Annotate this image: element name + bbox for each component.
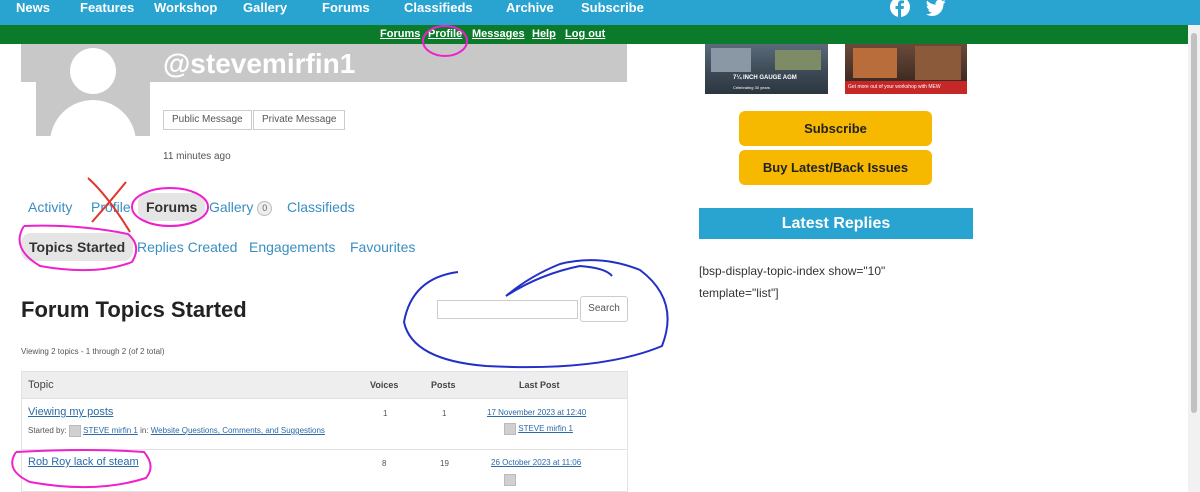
- header-topic: Topic: [28, 379, 54, 391]
- page-scrollbar[interactable]: [1188, 25, 1200, 492]
- tab-gallery-label: Gallery: [209, 199, 254, 215]
- subnav-messages[interactable]: Messages: [472, 28, 525, 40]
- header-last-post: Last Post: [519, 380, 560, 390]
- in-label: in:: [140, 426, 149, 436]
- topic-meta: Started by: STEVE mirfin 1 in: Website Q…: [28, 425, 325, 437]
- search-button[interactable]: Search: [580, 296, 628, 322]
- started-by-label: Started by:: [28, 426, 67, 436]
- author-link[interactable]: STEVE mirfin 1: [83, 426, 138, 435]
- shortcode-text: [bsp-display-topic-index show="10" templ…: [699, 264, 886, 300]
- last-author-avatar-icon: [504, 423, 516, 435]
- ad-banner-mew[interactable]: Get more out of your workshop with MEW: [845, 44, 967, 94]
- tab-favourites[interactable]: Favourites: [350, 239, 415, 255]
- topic-title-link[interactable]: Viewing my posts: [28, 406, 113, 418]
- ad-mew-caption: Get more out of your workshop with MEW: [848, 84, 941, 90]
- last-author-link[interactable]: STEVE mirfin 1: [518, 424, 573, 433]
- posts-value: 1: [442, 409, 447, 418]
- latest-replies-title: Latest Replies: [699, 208, 973, 239]
- tab-replies-created[interactable]: Replies Created: [137, 239, 237, 255]
- twitter-icon[interactable]: [925, 0, 946, 17]
- subnav-help[interactable]: Help: [532, 28, 556, 40]
- subscribe-button[interactable]: Subscribe: [739, 111, 932, 146]
- profile-username: @stevemirfin1: [163, 48, 356, 79]
- header-posts: Posts: [431, 380, 456, 390]
- table-row: Viewing my posts Started by: STEVE mirfi…: [22, 400, 627, 450]
- tab-forums[interactable]: Forums: [138, 193, 206, 221]
- last-post-author: STEVE mirfin 1: [504, 423, 573, 435]
- table-header: Topic Voices Posts Last Post: [22, 372, 627, 399]
- page-title: Forum Topics Started: [21, 297, 247, 322]
- topic-count-text: Viewing 2 topics - 1 through 2 (of 2 tot…: [21, 347, 165, 356]
- buy-issues-button[interactable]: Buy Latest/Back Issues: [739, 150, 932, 185]
- forum-link[interactable]: Website Questions, Comments, and Suggest…: [151, 426, 325, 435]
- nav-archive[interactable]: Archive: [506, 0, 554, 16]
- gallery-count-badge: 0: [257, 200, 273, 216]
- search-input[interactable]: [437, 300, 578, 319]
- tab-engagements[interactable]: Engagements: [249, 239, 335, 255]
- facebook-icon[interactable]: [890, 0, 910, 18]
- last-post-link[interactable]: 26 October 2023 at 11:06: [491, 458, 581, 467]
- header-voices: Voices: [370, 380, 399, 390]
- topic-title-link[interactable]: Rob Roy lack of steam: [28, 456, 139, 468]
- avatar-placeholder-icon: [36, 44, 150, 136]
- table-row: Rob Roy lack of steam 8 19 26 October 20…: [22, 450, 627, 491]
- nav-subscribe[interactable]: Subscribe: [581, 0, 644, 16]
- ad-agm-caption: 7¼ INCH GAUGE AGM: [733, 75, 797, 81]
- tab-activity[interactable]: Activity: [28, 199, 72, 215]
- tab-gallery[interactable]: Gallery 0: [209, 199, 273, 216]
- scrollbar-thumb[interactable]: [1191, 33, 1197, 413]
- public-message-button[interactable]: Public Message: [163, 110, 252, 130]
- private-message-button[interactable]: Private Message: [253, 110, 346, 130]
- top-navigation: News Features Workshop Gallery Forums Cl…: [0, 0, 1200, 25]
- nav-forums[interactable]: Forums: [322, 0, 370, 16]
- tab-profile[interactable]: Profile: [91, 199, 131, 215]
- nav-gallery[interactable]: Gallery: [243, 0, 287, 16]
- nav-classifieds[interactable]: Classifieds: [404, 0, 473, 16]
- subnav-forums[interactable]: Forums: [380, 28, 420, 40]
- tab-topics-started[interactable]: Topics Started: [21, 233, 134, 261]
- last-author-avatar-icon: [504, 474, 516, 486]
- voices-value: 1: [383, 409, 388, 418]
- subnav-logout[interactable]: Log out: [565, 28, 605, 40]
- posts-value: 19: [440, 459, 449, 468]
- voices-value: 8: [382, 459, 387, 468]
- topics-table: Topic Voices Posts Last Post Viewing my …: [21, 371, 628, 492]
- forum-subnav: Forums Profile Messages Help Log out: [0, 25, 1188, 44]
- nav-news[interactable]: News: [16, 0, 50, 16]
- author-avatar-icon: [68, 425, 81, 437]
- subnav-profile[interactable]: Profile: [428, 28, 462, 40]
- tab-classifieds[interactable]: Classifieds: [287, 199, 355, 215]
- ad-agm-subcaption: Celebrating 30 years: [733, 85, 770, 90]
- nav-features[interactable]: Features: [80, 0, 134, 16]
- ad-banner-agm[interactable]: 7¼ INCH GAUGE AGM Celebrating 30 years: [705, 44, 828, 94]
- last-active-text: 11 minutes ago: [163, 151, 231, 162]
- last-post-link[interactable]: 17 November 2023 at 12:40: [487, 408, 586, 417]
- nav-workshop[interactable]: Workshop: [154, 0, 217, 16]
